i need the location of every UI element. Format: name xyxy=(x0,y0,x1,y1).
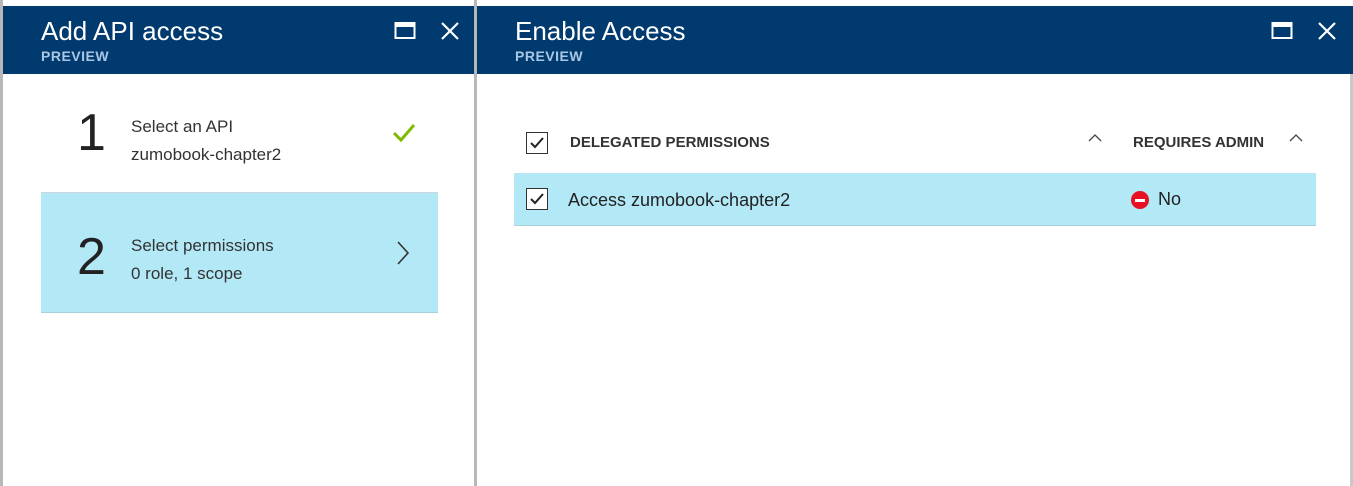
blocked-icon xyxy=(1131,191,1149,209)
step-title: Select permissions xyxy=(131,236,274,255)
column-header-requires-admin[interactable]: REQUIRES ADMIN xyxy=(1133,134,1264,151)
maximize-button[interactable] xyxy=(1271,20,1293,42)
row-checkbox[interactable] xyxy=(526,188,548,210)
close-button[interactable] xyxy=(439,20,461,42)
chevron-right-icon xyxy=(396,240,410,271)
permission-row[interactable]: Access zumobook-chapter2 No xyxy=(514,173,1316,226)
requires-admin-value: No xyxy=(1158,189,1182,209)
step-detail: zumobook-chapter2 xyxy=(131,145,282,164)
blade-subtitle: PREVIEW xyxy=(515,48,584,64)
close-icon xyxy=(1316,20,1338,42)
sort-ascending-icon[interactable] xyxy=(1088,130,1102,148)
column-header-delegated-permissions[interactable]: DELEGATED PERMISSIONS xyxy=(570,134,770,151)
blade-title: Enable Access xyxy=(515,16,686,46)
blade-subtitle: PREVIEW xyxy=(41,48,110,64)
checkmark-icon xyxy=(392,123,416,148)
select-all-checkbox[interactable] xyxy=(526,132,548,154)
close-button[interactable] xyxy=(1316,20,1338,42)
step-select-permissions[interactable]: 2 Select permissions 0 role, 1 scope xyxy=(41,193,438,313)
step-title: Select an API xyxy=(131,117,234,136)
enable-access-blade: Enable Access PREVIEW DELEGATED PERMISSI… xyxy=(474,0,1353,486)
blade-header: Add API access PREVIEW xyxy=(3,6,474,74)
blade-header: Enable Access PREVIEW xyxy=(477,6,1353,74)
sort-ascending-icon[interactable] xyxy=(1289,130,1303,148)
close-icon xyxy=(439,20,461,42)
permissions-grid-header: DELEGATED PERMISSIONS REQUIRES ADMIN xyxy=(514,124,1316,166)
step-number: 1 xyxy=(77,104,106,162)
maximize-icon xyxy=(1271,20,1293,42)
step-number: 2 xyxy=(77,228,106,286)
step-detail: 0 role, 1 scope xyxy=(131,264,243,283)
permission-name: Access zumobook-chapter2 xyxy=(568,190,791,210)
maximize-button[interactable] xyxy=(394,20,416,42)
add-api-access-blade: Add API access PREVIEW 1 Select an API z… xyxy=(0,0,474,486)
blade-title: Add API access xyxy=(41,16,224,46)
step-select-api[interactable]: 1 Select an API zumobook-chapter2 xyxy=(41,75,438,193)
maximize-icon xyxy=(394,20,416,42)
